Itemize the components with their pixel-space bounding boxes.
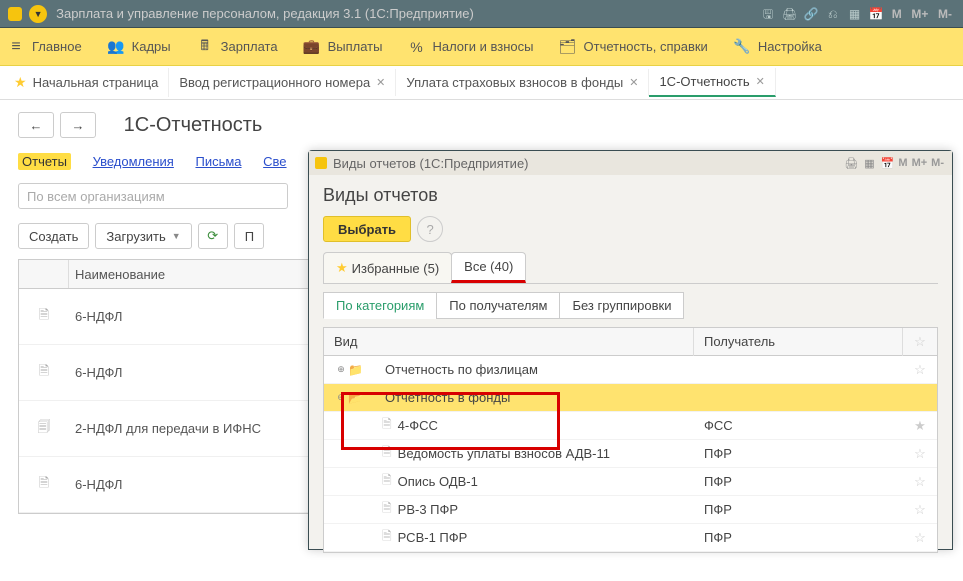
tree-col-kind[interactable]: Вид [324,328,694,356]
star-icon: ★ [14,74,27,91]
tree-file[interactable]: 🗎Ведомость уплаты взносов АДВ-11ПФР☆ [324,440,937,468]
org-filter-input[interactable]: По всем организациям [18,183,288,209]
modal-heading: Виды отчетов [323,185,938,206]
menu-nastroika[interactable]: 🔧Настройка [732,38,822,55]
m-button[interactable]: M [896,157,909,169]
folder-icon: 📁 [348,363,363,377]
tree-folder-selected[interactable]: ⊖📂Отчетность в фонды [324,384,937,412]
app-title-text: Зарплата и управление персоналом, редакц… [56,6,474,21]
nav-forward-button[interactable]: → [60,112,96,138]
logo-icon [315,157,327,169]
help-button[interactable]: ? [417,216,443,242]
tree-folder[interactable]: ⊕📁Отчетность по физлицам☆ [324,356,937,384]
open-tabs: ★Начальная страница Ввод регистрационног… [0,66,963,100]
page-title: 1С-Отчетность [124,114,263,137]
m-plus-button[interactable]: M+ [908,0,931,28]
document-icon: 🗎 [39,362,49,384]
calendar-icon[interactable]: 📅 [878,157,896,170]
close-icon[interactable]: ✕ [629,76,638,89]
people-icon: 👥 [106,38,126,55]
percent-icon: % [406,39,426,55]
tree-file[interactable]: 🗎РВ-3 ПФРПФР☆ [324,496,937,524]
document-icon: 🗎 [39,474,49,496]
tree-file-4fss[interactable]: 🗎4-ФССФСС★ [324,412,937,440]
print-icon[interactable]: 🖨 [842,157,860,170]
close-icon[interactable]: ✕ [756,75,765,88]
modal-tabs: ★Избранные (5) Все (40) [323,252,938,284]
calendar-icon[interactable]: 📅 [867,0,885,28]
menu-icon: ≡ [6,38,26,56]
menu-nalogi[interactable]: %Налоги и взносы [406,39,533,55]
menu-vyplaty[interactable]: 💼Выплаты [302,38,383,55]
grouping-tabs: По категориям По получателям Без группир… [323,292,938,319]
file-icon: 🗎 [382,415,392,436]
subtab-uvedomleniya[interactable]: Уведомления [93,154,174,169]
modal-titlebar[interactable]: Виды отчетов (1С:Предприятие) 🖨 ▦ 📅 M M+… [309,151,952,175]
tree-file[interactable]: 🗎Опись ОДВ-1ПФР☆ [324,468,937,496]
menu-otchetnost[interactable]: 🗂Отчетность, справки [558,38,708,55]
file-icon: 🗎 [382,471,392,492]
refresh-icon: ⟳ [207,228,218,244]
group-by-category[interactable]: По категориям [323,292,437,319]
m-button[interactable]: M [889,0,905,28]
report-types-modal: Виды отчетов (1С:Предприятие) 🖨 ▦ 📅 M M+… [308,150,953,550]
grid-icon[interactable]: ▦ [860,157,878,170]
nav-back-button[interactable]: ← [18,112,54,138]
tab-all[interactable]: Все (40) [451,252,526,283]
m-minus-button[interactable]: M- [935,0,955,28]
app-menu-dropdown[interactable]: ▼ [29,5,47,23]
group-by-recipient[interactable]: По получателям [436,292,560,319]
chevron-down-icon: ▼ [172,231,181,241]
select-button[interactable]: Выбрать [323,216,411,242]
print-button[interactable]: П [234,223,264,249]
tree-file[interactable]: 🗎РСВ-1 ПФРПФР☆ [324,524,937,552]
subtab-pisma[interactable]: Письма [195,154,241,169]
group-none[interactable]: Без группировки [559,292,684,319]
bookmark-icon[interactable]: ⎌ [824,0,842,28]
refresh-button[interactable]: ⟳ [198,223,228,249]
tab-favorites[interactable]: ★Избранные (5) [323,252,452,283]
tree-col-fav[interactable]: ☆ [903,328,937,356]
folder-icon: 📂 [348,391,363,405]
save-icon[interactable]: 🖫 [759,0,777,28]
calculator-icon: 🖩 [195,35,215,59]
tab-1c-otchetnost[interactable]: 1С-Отчетность✕ [649,68,775,97]
main-menu: ≡Главное 👥Кадры 🖩Зарплата 💼Выплаты %Нало… [0,28,963,66]
subtab-otchety[interactable]: Отчеты [18,153,71,170]
load-button[interactable]: Загрузить▼ [95,223,191,249]
grid-col-icon [19,260,69,288]
document-copy-icon: 🗐 [38,418,51,440]
document-icon: 🗎 [39,306,49,328]
briefcase-icon: 💼 [302,38,322,55]
report-tree: Вид Получатель ☆ ⊕📁Отчетность по физлица… [323,327,938,553]
report-icon: 🗂 [558,38,578,55]
favorite-star[interactable]: ★ [903,418,937,434]
link-icon[interactable]: 🔗 [802,0,820,28]
close-icon[interactable]: ✕ [376,76,385,89]
m-plus-button[interactable]: M+ [910,157,930,169]
expand-icon[interactable]: ⊕ [334,364,348,375]
file-icon: 🗎 [382,499,392,520]
logo-icon [8,7,22,21]
tab-reg-number[interactable]: Ввод регистрационного номера✕ [169,69,396,96]
file-icon: 🗎 [382,527,392,548]
file-icon: 🗎 [382,443,392,464]
collapse-icon[interactable]: ⊖ [334,392,348,403]
app-titlebar: ▼ Зарплата и управление персоналом, реда… [0,0,963,28]
menu-main[interactable]: ≡Главное [6,38,82,56]
tree-col-recipient[interactable]: Получатель [694,328,903,356]
menu-zarplata[interactable]: 🖩Зарплата [195,35,278,59]
tab-home[interactable]: ★Начальная страница [10,68,169,97]
star-icon: ★ [336,260,348,276]
tab-strahovye[interactable]: Уплата страховых взносов в фонды✕ [396,69,649,96]
subtab-sverki[interactable]: Све [263,154,286,169]
menu-kadry[interactable]: 👥Кадры [106,38,171,55]
grid-icon[interactable]: ▦ [845,0,863,28]
m-minus-button[interactable]: M- [929,157,946,169]
create-button[interactable]: Создать [18,223,89,249]
wrench-icon: 🔧 [732,38,752,55]
print-icon[interactable]: 🖨 [781,0,799,28]
